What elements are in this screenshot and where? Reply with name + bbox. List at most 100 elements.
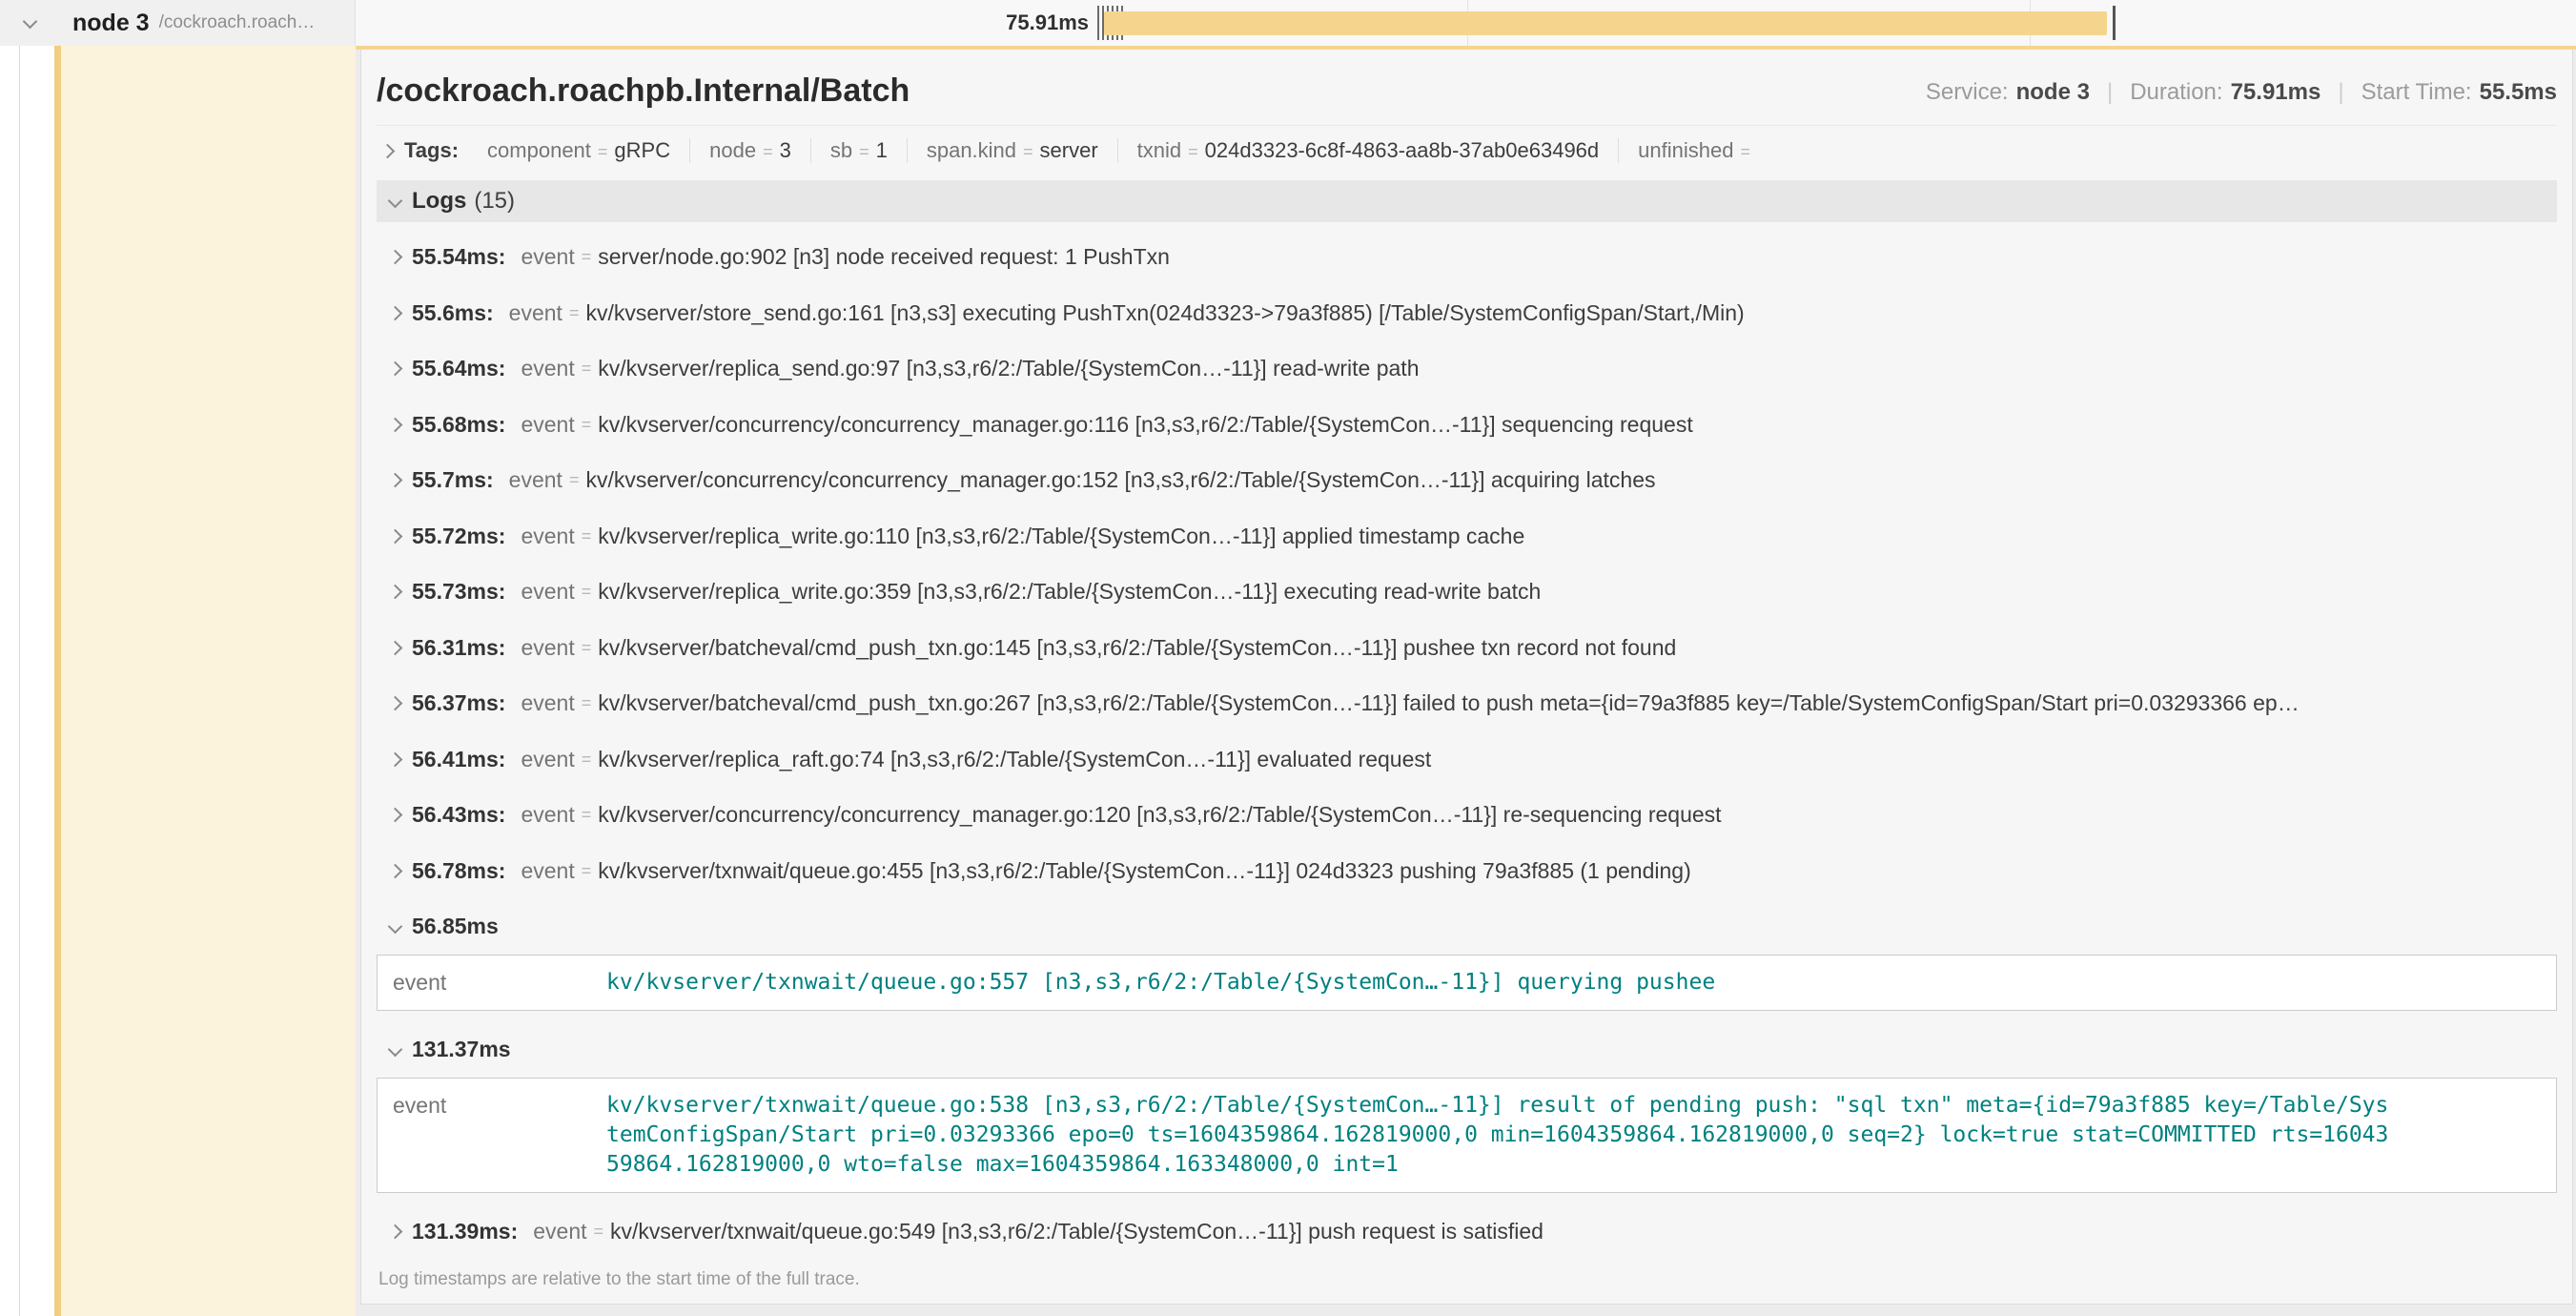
log-row[interactable]: 131.39ms:event=kv/kvserver/txnwait/queue… <box>377 1204 2557 1261</box>
span-meta: Service:node 3 | Duration:75.91ms | Star… <box>1926 79 2557 110</box>
log-field-value: kv/kvserver/replica_write.go:359 [n3,s3,… <box>598 579 1541 605</box>
service-label: Service: <box>1926 79 2009 106</box>
tag-span-kind: span.kind=server <box>908 138 1118 163</box>
log-row[interactable]: 55.54ms:event=server/node.go:902 [n3] no… <box>377 230 2557 286</box>
log-row[interactable]: 55.7ms:event=kv/kvserver/concurrency/con… <box>377 453 2557 509</box>
log-row-chevron-icon[interactable] <box>388 640 403 655</box>
span-name-cell[interactable]: node 3 /cockroach.roach… <box>0 0 356 46</box>
log-value-line: temConfigSpan/Start pri=0.03293366 epo=0… <box>606 1121 2388 1150</box>
log-timestamp: 55.72ms: <box>412 524 505 549</box>
timeline-row: 75.91ms <box>356 0 2576 46</box>
duration-value: 75.91ms <box>2231 79 2321 106</box>
log-row-chevron-icon[interactable] <box>388 863 403 878</box>
log-field-key: event <box>393 1091 606 1119</box>
tag-txnid: txnid=024d3323-6c8f-4863-aa8b-37ab0e6349… <box>1118 138 1619 163</box>
start-time-label: Start Time: <box>2361 79 2472 106</box>
log-row[interactable]: 56.78ms:event=kv/kvserver/txnwait/queue.… <box>377 843 2557 899</box>
span-color-strip <box>54 0 61 1316</box>
log-row[interactable]: 55.72ms:event=kv/kvserver/replica_write.… <box>377 508 2557 565</box>
log-row-chevron-icon[interactable] <box>388 1224 403 1240</box>
log-field-eq: = <box>582 415 592 435</box>
log-row-chevron-icon[interactable] <box>388 919 403 935</box>
log-field-value-mono: kv/kvserver/txnwait/queue.go:557 [n3,s3,… <box>606 968 1715 997</box>
log-row[interactable]: 56.31ms:event=kv/kvserver/batcheval/cmd_… <box>377 620 2557 676</box>
log-timestamp: 56.31ms: <box>412 635 505 661</box>
log-field-eq: = <box>582 526 592 546</box>
tag-component: component=gRPC <box>468 138 690 163</box>
log-timestamp: 56.41ms: <box>412 747 505 772</box>
tags-label: Tags: <box>404 138 459 163</box>
log-row[interactable]: 56.37ms:event=kv/kvserver/batcheval/cmd_… <box>377 676 2557 732</box>
log-timestamp: 55.6ms: <box>412 300 494 326</box>
log-row-expanded[interactable]: 131.37ms <box>377 1022 2557 1078</box>
logs-section-header[interactable]: Logs (15) <box>377 180 2557 222</box>
logs-chevron-icon[interactable] <box>388 194 403 209</box>
span-bar[interactable] <box>1104 11 2107 35</box>
log-row-expanded[interactable]: 56.85ms <box>377 899 2557 955</box>
log-field-value: kv/kvserver/concurrency/concurrency_mana… <box>598 802 1721 828</box>
tags-section[interactable]: Tags: component=gRPC node=3 sb=1 span.ki… <box>377 126 2557 173</box>
span-row: node 3 /cockroach.roach… 75.91ms <box>0 0 2576 46</box>
log-row-chevron-icon[interactable] <box>388 585 403 600</box>
log-field-value: kv/kvserver/txnwait/queue.go:455 [n3,s3,… <box>598 858 1691 884</box>
collapse-chevron-icon[interactable] <box>23 14 38 30</box>
span-service-name: node 3 <box>72 10 150 37</box>
log-field-value: kv/kvserver/concurrency/concurrency_mana… <box>598 412 1692 438</box>
log-row-chevron-icon[interactable] <box>388 528 403 544</box>
log-field-value: kv/kvserver/concurrency/concurrency_mana… <box>585 467 1655 493</box>
log-field-key: event <box>521 635 574 661</box>
log-timestamp: 55.73ms: <box>412 579 505 605</box>
log-row[interactable]: 55.73ms:event=kv/kvserver/replica_write.… <box>377 565 2557 621</box>
log-row-chevron-icon[interactable] <box>388 1042 403 1058</box>
log-row-chevron-icon[interactable] <box>388 361 403 377</box>
log-field-value: kv/kvserver/replica_send.go:97 [n3,s3,r6… <box>598 356 1419 381</box>
log-entries: 55.54ms:event=server/node.go:902 [n3] no… <box>377 222 2557 1261</box>
detail-header: /cockroach.roachpb.Internal/Batch Servic… <box>377 50 2557 126</box>
column-divider <box>19 0 20 1316</box>
logs-footer-note: Log timestamps are relative to the start… <box>377 1260 2557 1304</box>
log-field-value: kv/kvserver/store_send.go:161 [n3,s3] ex… <box>585 300 1744 326</box>
log-field-value: server/node.go:902 [n3] node received re… <box>598 244 1170 270</box>
log-row[interactable]: 55.6ms:event=kv/kvserver/store_send.go:1… <box>377 285 2557 341</box>
log-field-key: event <box>521 747 574 772</box>
log-field-value: kv/kvserver/batcheval/cmd_push_txn.go:26… <box>598 690 2299 716</box>
tag-sb: sb=1 <box>811 138 908 163</box>
log-field-key: event <box>509 467 562 493</box>
log-value-line: 59864.162819000,0 wto=false max=16043598… <box>606 1150 2388 1180</box>
log-row-chevron-icon[interactable] <box>388 808 403 823</box>
log-row-chevron-icon[interactable] <box>388 751 403 767</box>
log-field-eq: = <box>582 582 592 602</box>
log-field-key: event <box>521 412 574 438</box>
service-value: node 3 <box>2016 79 2090 106</box>
log-field-eq: = <box>582 750 592 770</box>
tag-unfinished: unfinished= <box>1619 138 1776 163</box>
log-row-chevron-icon[interactable] <box>388 250 403 265</box>
log-timestamp: 56.78ms: <box>412 858 505 884</box>
span-end-mark <box>2113 6 2116 40</box>
tags-chevron-icon[interactable] <box>380 144 396 159</box>
log-field-eq: = <box>582 247 592 267</box>
log-row[interactable]: 55.68ms:event=kv/kvserver/concurrency/co… <box>377 397 2557 453</box>
span-detail-title: /cockroach.roachpb.Internal/Batch <box>377 72 910 110</box>
log-row-chevron-icon[interactable] <box>388 417 403 432</box>
log-value-line: kv/kvserver/txnwait/queue.go:557 [n3,s3,… <box>606 968 1715 997</box>
log-row[interactable]: 55.64ms:event=kv/kvserver/replica_send.g… <box>377 341 2557 398</box>
log-field-value: kv/kvserver/batcheval/cmd_push_txn.go:14… <box>598 635 1676 661</box>
log-row-chevron-icon[interactable] <box>388 305 403 320</box>
log-field-key: event <box>521 524 574 549</box>
log-row-chevron-icon[interactable] <box>388 473 403 488</box>
duration-label: Duration: <box>2130 79 2222 106</box>
log-row[interactable]: 56.43ms:event=kv/kvserver/concurrency/co… <box>377 788 2557 844</box>
log-field-eq: = <box>582 693 592 713</box>
log-field-eq: = <box>594 1222 604 1242</box>
log-timestamp: 56.85ms <box>412 914 499 939</box>
log-field-eq: = <box>569 303 580 323</box>
log-row[interactable]: 56.41ms:event=kv/kvserver/replica_raft.g… <box>377 731 2557 788</box>
log-detail-box: eventkv/kvserver/txnwait/queue.go:557 [n… <box>377 955 2557 1011</box>
log-row-chevron-icon[interactable] <box>388 696 403 711</box>
log-timestamp: 55.7ms: <box>412 467 494 493</box>
span-operation-name: /cockroach.roach… <box>159 12 316 33</box>
log-field-key: event <box>521 690 574 716</box>
log-field-key: event <box>521 244 574 270</box>
span-detail-panel: /cockroach.roachpb.Internal/Batch Servic… <box>360 50 2573 1305</box>
